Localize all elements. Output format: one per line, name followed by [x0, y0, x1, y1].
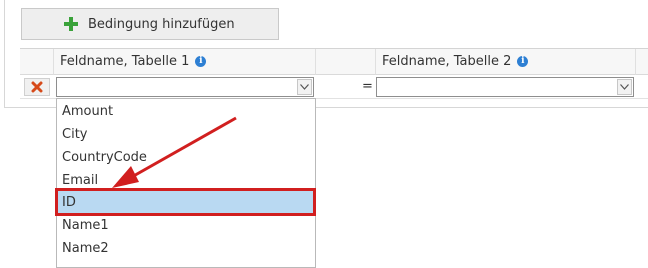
annotation-arrow — [112, 116, 237, 188]
